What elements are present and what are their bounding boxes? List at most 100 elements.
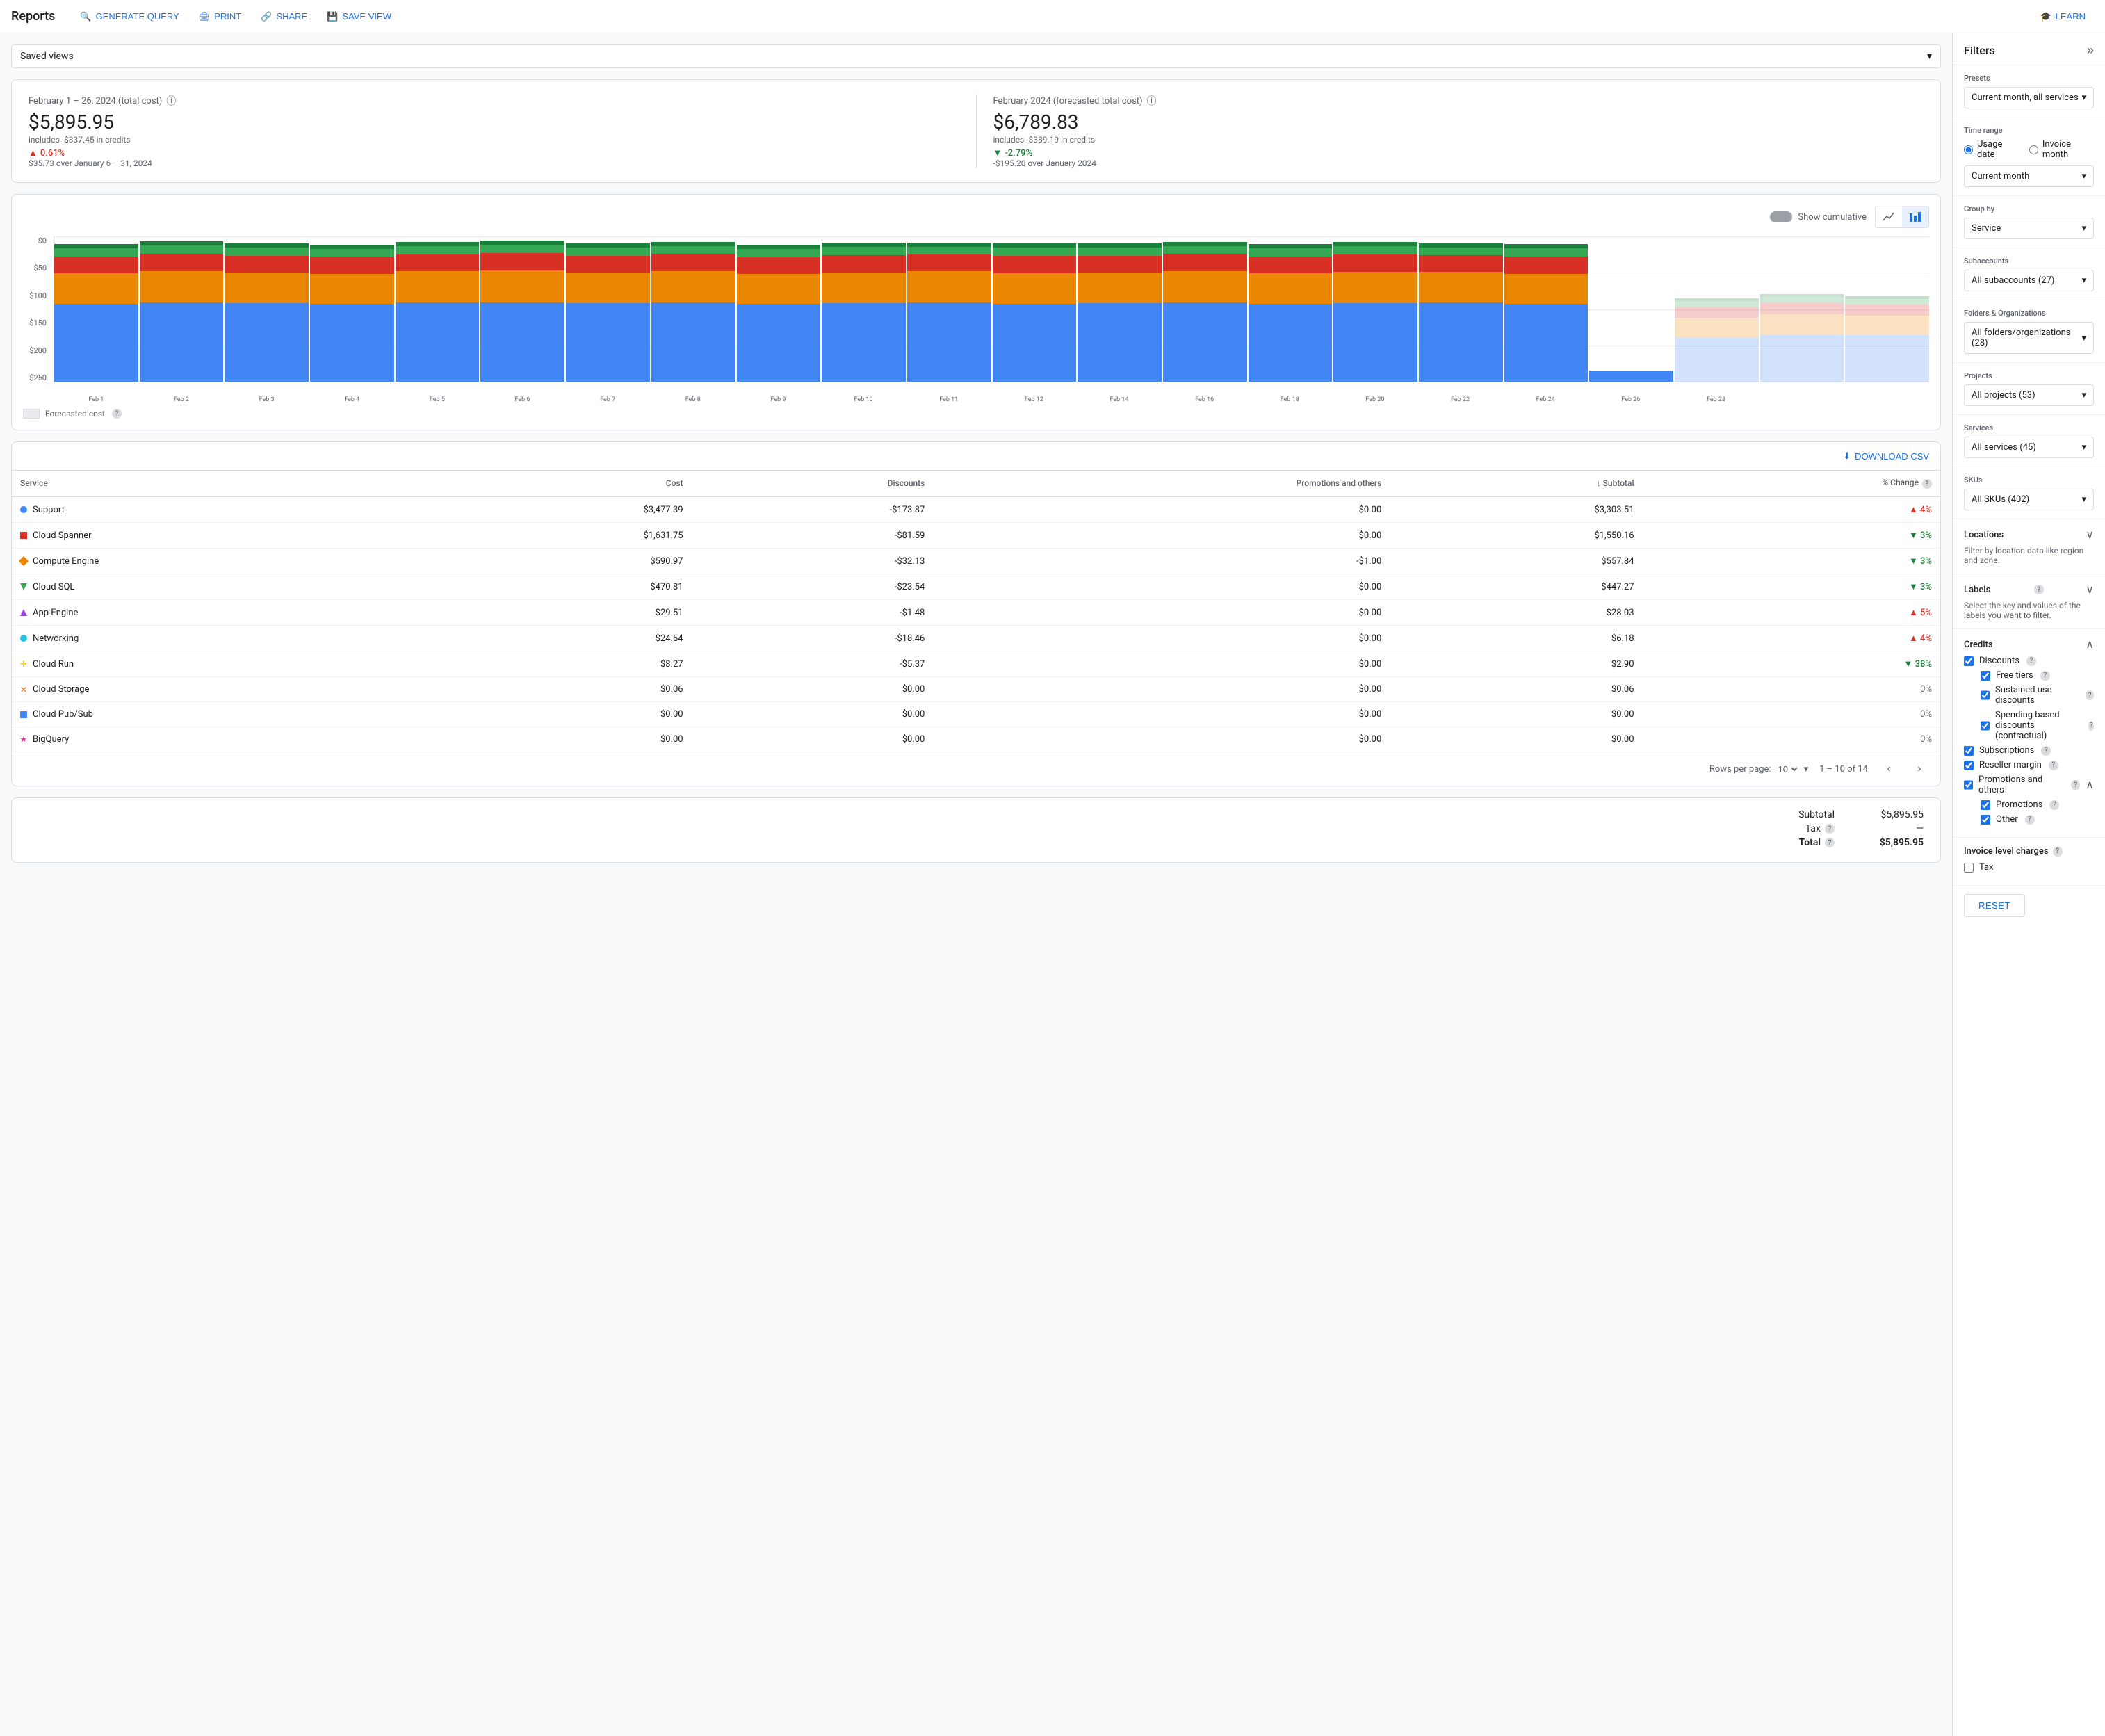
- change-cell: 0%: [1643, 702, 1940, 727]
- page-next-button[interactable]: ›: [1910, 759, 1929, 779]
- discounts-checkbox[interactable]: [1964, 656, 1974, 666]
- bar-group: [1760, 294, 1844, 382]
- bar-segment: [737, 274, 821, 304]
- discounts-help-icon[interactable]: ?: [2026, 656, 2036, 666]
- forecast-cost-help-icon[interactable]: ⓘ: [1147, 94, 1157, 108]
- promotions-cell: $0.00: [933, 677, 1390, 702]
- other-help-icon[interactable]: ?: [2025, 815, 2035, 825]
- bar-segment: [480, 302, 564, 382]
- sustained-use-help-icon[interactable]: ?: [2086, 690, 2094, 700]
- bar-group: [1333, 242, 1417, 382]
- promotions-others-help-icon[interactable]: ?: [2071, 780, 2080, 790]
- invoice-month-radio[interactable]: Invoice month: [2029, 139, 2094, 160]
- bar-chart-button[interactable]: [1902, 206, 1928, 227]
- group-by-select[interactable]: Service ▾: [1964, 218, 2094, 239]
- labels-collapse-button[interactable]: ∨: [2086, 583, 2094, 597]
- save-view-button[interactable]: 💾 SAVE VIEW: [318, 7, 400, 26]
- bar-segment: [1419, 255, 1503, 272]
- tax-row: Tax ? —: [29, 823, 1924, 834]
- forecast-cost-label: February 2024 (forecasted total cost) ⓘ: [993, 94, 1924, 108]
- reseller-margin-label: Reseller margin: [1979, 760, 2042, 770]
- bar-segment: [651, 246, 735, 254]
- share-button[interactable]: 🔗 SHARE: [252, 7, 316, 26]
- presets-section: Presets Current month, all services ▾: [1953, 65, 2105, 117]
- page-info: 1 – 10 of 14: [1819, 764, 1868, 774]
- bar-segment: [1078, 273, 1162, 303]
- promotions-others-checkbox[interactable]: [1964, 780, 1973, 790]
- forecasted-cost-legend-label: Forecasted cost: [45, 409, 105, 419]
- bar-segment: [140, 302, 224, 382]
- total-help-icon[interactable]: ?: [1825, 838, 1835, 847]
- credits-collapse-button[interactable]: ∧: [2086, 638, 2094, 651]
- other-checkbox[interactable]: [1981, 815, 1990, 825]
- free-tiers-help-icon[interactable]: ?: [2040, 671, 2050, 681]
- spending-based-checkbox[interactable]: [1981, 721, 1990, 731]
- share-icon: 🔗: [261, 11, 272, 22]
- service-cell: Cloud Pub/Sub: [12, 702, 439, 727]
- page-prev-button[interactable]: ‹: [1879, 759, 1899, 779]
- x-label: Feb 3: [224, 396, 309, 403]
- subaccounts-select[interactable]: All subaccounts (27) ▾: [1964, 270, 2094, 291]
- invoice-level-help-icon[interactable]: ?: [2053, 847, 2063, 857]
- presets-select[interactable]: Current month, all services ▾: [1964, 87, 2094, 108]
- current-month-select[interactable]: Current month ▾: [1964, 165, 2094, 187]
- saved-views-select[interactable]: Saved views ▾: [11, 44, 1941, 68]
- learn-button[interactable]: 🎓 LEARN: [2031, 7, 2094, 26]
- other-label: Other: [1996, 814, 2018, 825]
- rows-per-page-select[interactable]: 10 25 50: [1775, 763, 1800, 775]
- promotions-checkbox[interactable]: [1981, 800, 1990, 810]
- reseller-margin-checkbox[interactable]: [1964, 761, 1974, 770]
- skus-chevron-icon: ▾: [2081, 494, 2086, 505]
- current-cost-help-icon[interactable]: ⓘ: [166, 94, 176, 108]
- services-chevron-icon: ▾: [2081, 442, 2086, 453]
- bar-segment: [993, 256, 1077, 273]
- show-cumulative-toggle[interactable]: Show cumulative: [1770, 211, 1867, 222]
- promotions-help-icon[interactable]: ?: [2049, 800, 2059, 810]
- locations-title: Locations ∨: [1964, 528, 2094, 542]
- bar-segment: [737, 304, 821, 382]
- service-cell: Networking: [12, 626, 439, 651]
- spending-based-help-icon[interactable]: ?: [2088, 721, 2094, 731]
- service-cell: Support: [12, 496, 439, 523]
- generate-query-button[interactable]: 🔍 GENERATE QUERY: [72, 7, 187, 26]
- free-tiers-checkbox[interactable]: [1981, 671, 1990, 681]
- sustained-use-checkbox[interactable]: [1981, 690, 1990, 700]
- usage-date-radio[interactable]: Usage date: [1964, 139, 2018, 160]
- bar-segment: [566, 256, 650, 273]
- reseller-margin-help-icon[interactable]: ?: [2049, 761, 2058, 770]
- cumulative-switch[interactable]: [1770, 211, 1792, 222]
- forecast-cost-change: ▼ -2.79%: [993, 147, 1924, 159]
- services-filter-select[interactable]: All services (45) ▾: [1964, 437, 2094, 458]
- subscriptions-checkbox[interactable]: [1964, 746, 1974, 756]
- current-cost-change-detail: $35.73 over January 6 – 31, 2024: [29, 159, 959, 168]
- change-cell: 0%: [1643, 727, 1940, 752]
- folders-orgs-select[interactable]: All folders/organizations (28) ▾: [1964, 322, 2094, 354]
- reset-button[interactable]: RESET: [1964, 894, 2025, 917]
- subscriptions-help-icon[interactable]: ?: [2041, 746, 2051, 756]
- promotions-others-collapse-button[interactable]: ∧: [2086, 778, 2094, 792]
- bar-segment: [1675, 307, 1759, 318]
- time-range-radio-group: Usage date Invoice month: [1964, 139, 2094, 160]
- help-forecast-icon[interactable]: ?: [112, 409, 122, 419]
- subaccounts-label: Subaccounts: [1964, 257, 2094, 266]
- line-chart-button[interactable]: [1876, 206, 1902, 227]
- locations-collapse-button[interactable]: ∨: [2086, 528, 2094, 542]
- bar-segment: [822, 247, 906, 255]
- skus-select[interactable]: All SKUs (402) ▾: [1964, 489, 2094, 510]
- projects-select[interactable]: All projects (53) ▾: [1964, 384, 2094, 406]
- subtotal-cell: $447.27: [1390, 574, 1642, 600]
- tax-help-icon[interactable]: ?: [1825, 824, 1835, 834]
- labels-help-icon[interactable]: ?: [2034, 585, 2044, 594]
- filters-collapse-button[interactable]: »: [2087, 43, 2094, 58]
- bar-segment: [480, 245, 564, 253]
- bar-segment: [1504, 274, 1588, 304]
- col-subtotal: ↓ Subtotal: [1390, 471, 1642, 496]
- tax-checkbox[interactable]: [1964, 863, 1974, 873]
- download-csv-button[interactable]: ⬇ DOWNLOAD CSV: [1843, 451, 1929, 462]
- x-label: Feb 1: [54, 396, 139, 403]
- print-button[interactable]: 🖨 PRINT: [190, 7, 250, 26]
- change-help-icon[interactable]: ?: [1922, 479, 1932, 489]
- bar-segment: [566, 248, 650, 256]
- services-section: Services All services (45) ▾: [1953, 415, 2105, 467]
- bar-segment: [1419, 248, 1503, 255]
